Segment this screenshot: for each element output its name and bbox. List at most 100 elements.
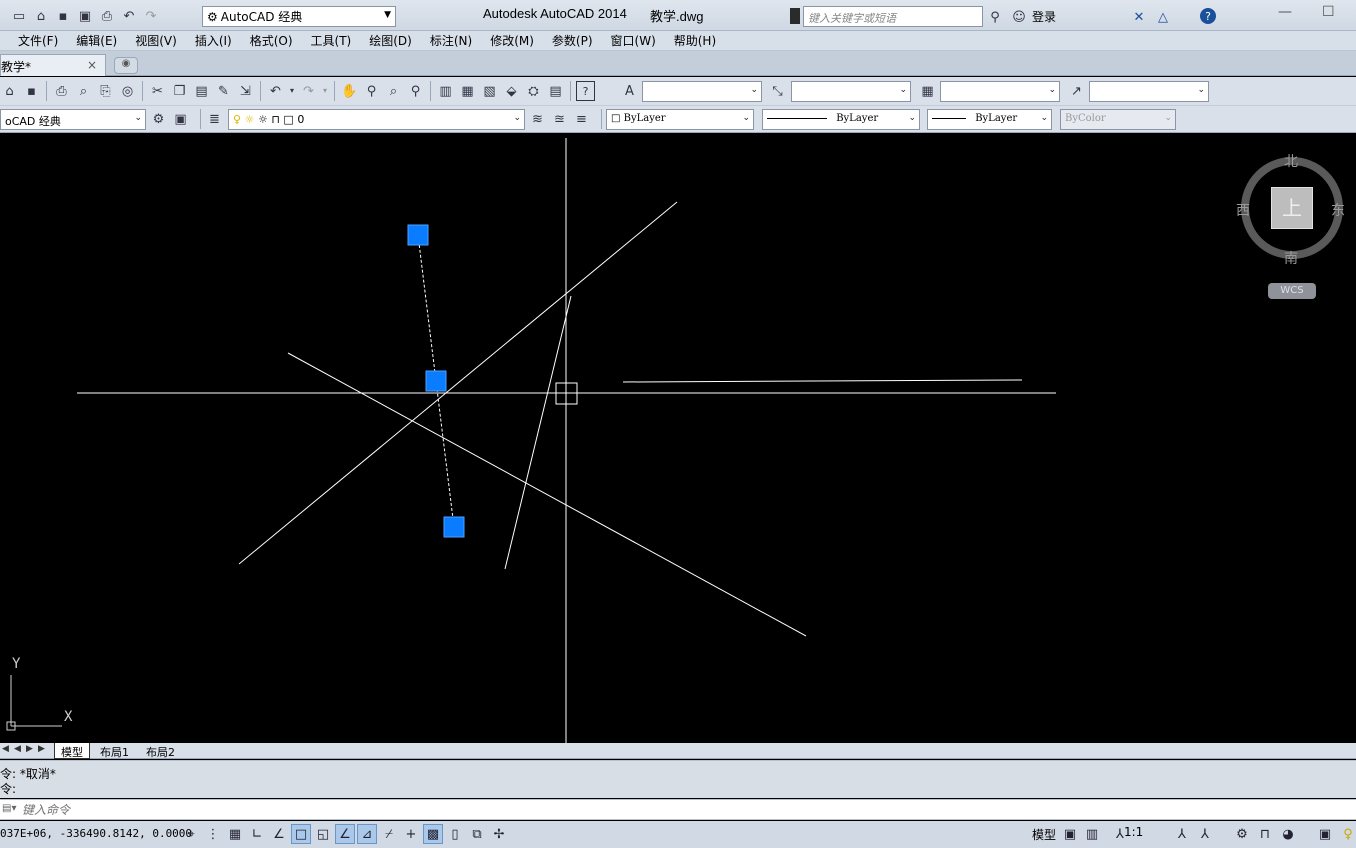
menu-format[interactable]: 格式(O) xyxy=(241,32,302,49)
menu-file[interactable]: 文件(F) xyxy=(18,32,67,49)
paste-icon[interactable]: ▤ xyxy=(192,81,211,101)
wcs-menu-button[interactable]: WCS xyxy=(1268,283,1316,299)
last-tab-icon[interactable]: ▶ xyxy=(38,744,45,754)
open-file-icon[interactable]: ⌂ xyxy=(32,7,50,25)
polar-tracking-icon[interactable]: ∠ xyxy=(269,824,289,844)
search-input[interactable]: 键入关键字或短语 xyxy=(803,6,983,27)
redo-icon[interactable]: ↷ xyxy=(142,7,160,25)
coordinate-readout[interactable]: 037E+06, -336490.8142, 0.0000 xyxy=(0,827,192,840)
dim-style-icon[interactable]: ⤡ xyxy=(768,81,787,101)
redo-icon[interactable]: ↷ xyxy=(299,81,318,101)
dynamic-input-icon[interactable]: ⌿ xyxy=(379,824,399,844)
infer-constraints-icon[interactable]: ⌖ xyxy=(181,824,201,844)
open-icon[interactable]: ⌂ xyxy=(0,81,19,101)
block-editor-icon[interactable]: ⇲ xyxy=(236,81,255,101)
close-icon[interactable]: × xyxy=(87,58,97,72)
table-style-select[interactable]: ⌄ xyxy=(940,81,1060,102)
tab-model[interactable]: 模型 xyxy=(54,743,90,759)
quick-view-layouts-icon[interactable]: ▣ xyxy=(1060,824,1080,844)
undo-icon[interactable]: ↶ xyxy=(120,7,138,25)
drawing-svg[interactable] xyxy=(0,134,1356,743)
command-prompt-icon[interactable]: ▤▾ xyxy=(2,803,16,814)
annotation-visibility-icon[interactable]: ⅄ xyxy=(1172,824,1192,844)
zoom-realtime-icon[interactable]: ⚲ xyxy=(362,81,381,101)
layer-properties-icon[interactable]: ≣ xyxy=(205,109,224,129)
menu-insert[interactable]: 插入(I) xyxy=(186,32,241,49)
compass-north[interactable]: 北 xyxy=(1284,151,1298,171)
tab-layout1[interactable]: 布局1 xyxy=(94,743,135,759)
copy-icon[interactable]: ❐ xyxy=(170,81,189,101)
grip-midpoint[interactable] xyxy=(425,370,447,392)
undo-icon[interactable]: ↶ xyxy=(266,81,285,101)
3d-object-snap-icon[interactable]: ◱ xyxy=(313,824,333,844)
new-file-icon[interactable]: ▭ xyxy=(10,7,28,25)
menu-window[interactable]: 窗口(W) xyxy=(602,32,665,49)
sheet-set-icon[interactable]: ⬙ xyxy=(502,81,521,101)
annotation-scale-value[interactable]: 1:1 xyxy=(1124,825,1143,839)
tab-layout2[interactable]: 布局2 xyxy=(140,743,181,759)
print-icon[interactable]: ⎙ xyxy=(98,7,116,25)
menu-dimension[interactable]: 标注(N) xyxy=(421,32,481,49)
dwf-icon[interactable]: ◎ xyxy=(118,81,137,101)
drawing-canvas[interactable]: 北 南 东 西 上 WCS Y X xyxy=(0,134,1356,743)
text-style-select[interactable]: ⌄ xyxy=(642,81,762,102)
maximize-button[interactable]: ☐ xyxy=(1322,4,1335,20)
quick-view-drawings-icon[interactable]: ▥ xyxy=(1082,824,1102,844)
lightbulb-icon[interactable]: ♀ xyxy=(1338,824,1356,844)
isolate-objects-icon[interactable]: ▣ xyxy=(1315,824,1335,844)
compass-south[interactable]: 南 xyxy=(1284,248,1298,268)
chevron-down-icon[interactable]: ▾ xyxy=(321,81,329,101)
workspace-select[interactable]: ⚙ AutoCAD 经典 ▼ xyxy=(202,6,396,27)
grip-end[interactable] xyxy=(443,516,465,538)
workspace-combo[interactable]: oCAD 经典 ⌄ xyxy=(0,109,146,130)
snap-mode-icon[interactable]: ⋮ xyxy=(203,824,223,844)
menu-parametric[interactable]: 参数(P) xyxy=(543,32,602,49)
annotation-monitor-icon[interactable]: ✢ xyxy=(489,824,509,844)
zoom-window-icon[interactable]: ⌕ xyxy=(384,81,403,101)
customize-icon[interactable]: ▣ xyxy=(171,109,190,129)
object-snap-icon[interactable]: □ xyxy=(291,824,311,844)
line-entity[interactable] xyxy=(622,379,1023,383)
layer-state-icon[interactable]: ≡ xyxy=(572,109,591,129)
markup-icon[interactable]: ⛭ xyxy=(524,81,543,101)
workspace-switching-icon[interactable]: ⚙ xyxy=(1232,824,1252,844)
layer-previous-icon[interactable]: ≊ xyxy=(550,109,569,129)
first-tab-icon[interactable]: ◀ xyxy=(2,744,9,754)
cut-icon[interactable]: ✂ xyxy=(148,81,167,101)
tool-palettes-icon[interactable]: ▧ xyxy=(480,81,499,101)
line-entity[interactable] xyxy=(238,201,678,565)
compass-east[interactable]: 东 xyxy=(1331,200,1345,220)
save-icon[interactable]: ▪ xyxy=(54,7,72,25)
grip-start[interactable] xyxy=(407,224,429,246)
color-select[interactable]: □ ByLayer ⌄ xyxy=(606,109,754,130)
menu-view[interactable]: 视图(V) xyxy=(126,32,186,49)
ortho-mode-icon[interactable]: ∟ xyxy=(247,824,267,844)
exchange-icon[interactable]: ✕ xyxy=(1130,8,1148,26)
viewcube-top-face[interactable]: 上 xyxy=(1271,187,1313,229)
minimize-button[interactable]: — xyxy=(1278,4,1292,20)
compass-west[interactable]: 西 xyxy=(1236,200,1250,220)
object-snap-tracking-icon[interactable]: ∠ xyxy=(335,824,355,844)
line-entity[interactable] xyxy=(504,295,572,570)
publish-icon[interactable]: ⎘ xyxy=(96,81,115,101)
help-icon[interactable]: ? xyxy=(576,81,595,101)
command-input[interactable] xyxy=(22,801,622,819)
transparency-icon[interactable]: ▩ xyxy=(423,824,443,844)
quickcalc-icon[interactable]: ▤ xyxy=(546,81,565,101)
toolbar-lock-icon[interactable]: ⊓ xyxy=(1255,824,1275,844)
help-icon[interactable]: ? xyxy=(1200,8,1216,24)
plot-preview-icon[interactable]: ⌕ xyxy=(74,81,93,101)
model-space-label[interactable]: 模型 xyxy=(1032,826,1056,843)
prev-tab-icon[interactable]: ◀ xyxy=(14,744,21,754)
hardware-acceleration-icon[interactable]: ◕ xyxy=(1278,824,1298,844)
grid-display-icon[interactable]: ▦ xyxy=(225,824,245,844)
workspace-settings-icon[interactable]: ⚙ xyxy=(149,109,168,129)
make-current-layer-icon[interactable]: ≋ xyxy=(528,109,547,129)
next-tab-icon[interactable]: ▶ xyxy=(26,744,33,754)
lineweight-icon[interactable]: + xyxy=(401,824,421,844)
search-expand-icon[interactable] xyxy=(790,8,800,24)
menu-edit[interactable]: 编辑(E) xyxy=(67,32,126,49)
chevron-down-icon[interactable]: ▾ xyxy=(288,81,296,101)
multileader-style-icon[interactable]: ↗ xyxy=(1067,81,1086,101)
menu-help[interactable]: 帮助(H) xyxy=(665,32,725,49)
